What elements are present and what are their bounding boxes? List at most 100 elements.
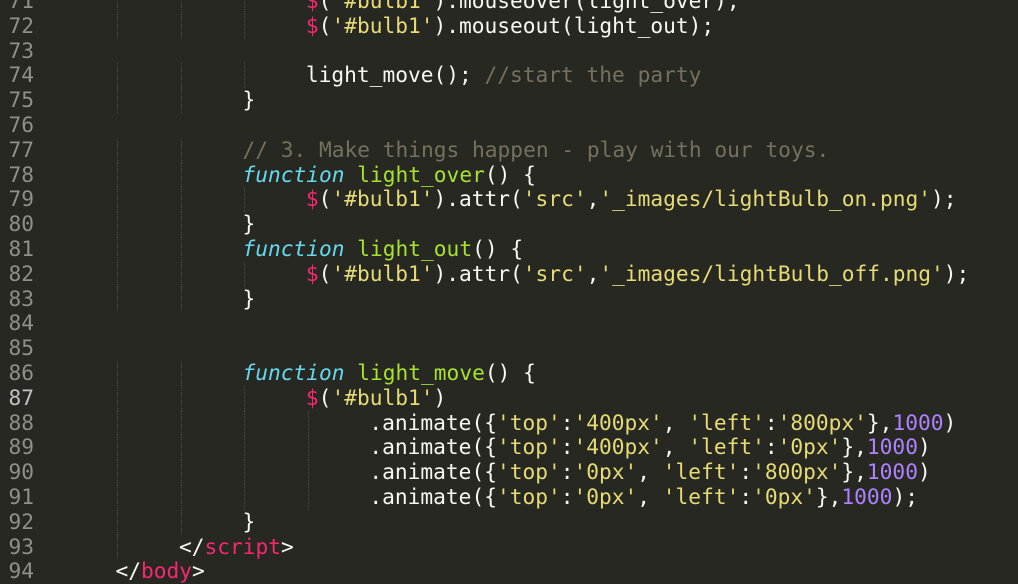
token-string: '#bulb1'	[331, 186, 434, 212]
token-string: '800px'	[752, 459, 842, 485]
token-plain: )	[917, 459, 931, 485]
code-line[interactable]: 80}	[0, 211, 1018, 237]
indent-guide	[180, 0, 182, 14]
code-editor[interactable]: 71 $('#bulb1').mouseover(light_over); 72 $(…	[0, 0, 1018, 584]
code-line[interactable]: 89 .animate({'top':'400px', 'left':'0px'}…	[0, 434, 1018, 461]
code-line[interactable]: 85	[0, 335, 1018, 361]
token-plain: ,	[586, 186, 600, 212]
token-dollar: $	[305, 260, 319, 286]
code-line[interactable]: 90 .animate({'top':'0px', 'left':'800px'}…	[0, 459, 1018, 485]
token-plain: ).mouseout(light_out);	[433, 12, 715, 38]
token-plain: :	[560, 484, 574, 509]
code-line[interactable]: 77 // 3. Make things happen - play with o…	[0, 136, 1018, 163]
token-plain: >	[281, 533, 294, 559]
line-number: 76	[8, 112, 34, 137]
token-number: 1000	[841, 484, 893, 509]
token-plain: (	[318, 384, 332, 410]
token-plain: .animate({	[369, 409, 497, 435]
code-line[interactable]: 86 function light_move() {	[0, 360, 1018, 386]
token-plain: },	[841, 459, 867, 485]
code-line[interactable]: 72 $('#bulb1').mouseout(light_out);	[0, 12, 1018, 39]
indent-guide	[117, 485, 119, 510]
token-string: '0px'	[573, 484, 638, 509]
code-line[interactable]: 87 $('#bulb1')	[0, 384, 1018, 411]
token-string: '0px'	[752, 484, 816, 509]
indent-guide	[180, 88, 182, 113]
indent-guide	[117, 385, 119, 411]
token-number: 1000	[866, 434, 918, 460]
indent-guide	[307, 435, 309, 461]
indent-guide	[117, 187, 119, 213]
code-line[interactable]: 84	[0, 311, 1018, 336]
token-plain: ,	[637, 484, 663, 509]
line-number: 73	[8, 37, 34, 63]
code-line[interactable]: 83}	[0, 286, 1018, 312]
token-plain: ,	[586, 260, 600, 286]
code-text: light_move(); //start the party	[305, 62, 702, 88]
code-line[interactable]: 88 .animate({'top':'400px', 'left':'800px…	[0, 409, 1018, 436]
token-plain: ).attr(	[433, 260, 523, 286]
code-line[interactable]: 93 </script>	[0, 533, 1018, 560]
token-plain: </	[178, 533, 205, 559]
indent-guide	[307, 410, 309, 436]
code-line[interactable]: 81 function light_out() {	[0, 236, 1018, 262]
token-comment: // 3. Make things happen - play with our…	[242, 136, 830, 162]
line-number: 88	[8, 409, 34, 435]
indent-guide	[180, 162, 182, 188]
token-plain: () {	[472, 236, 524, 261]
indent-guide	[117, 410, 119, 436]
indent-guide	[117, 0, 119, 14]
token-string: 'left'	[688, 409, 765, 435]
code-line[interactable]: 91 .animate({'top':'0px', 'left':'0px'},1…	[0, 484, 1018, 510]
code-text: </script>	[178, 533, 294, 560]
code-line[interactable]: 75}	[0, 87, 1018, 113]
token-plain: ).attr(	[433, 186, 523, 212]
token-plain: light_move();	[305, 62, 485, 88]
token-plain: :	[764, 409, 778, 435]
indent-guide	[244, 460, 246, 485]
token-string: 'left'	[688, 434, 765, 460]
code-line[interactable]: 71 $('#bulb1').mouseover(light_over);	[0, 0, 1018, 14]
indent-guide	[117, 88, 119, 113]
indent-guide	[180, 435, 182, 461]
indent-guide	[244, 485, 246, 510]
code-text: $('#bulb1').mouseout(light_out);	[306, 12, 715, 39]
code-line[interactable]: 94 </body>	[0, 558, 1018, 584]
code-line[interactable]: 74 light_move(); //start the party	[0, 62, 1018, 89]
token-plain: ,	[662, 434, 689, 460]
indent-guide	[307, 485, 309, 510]
code-line[interactable]: 78 function light_over() {	[0, 161, 1018, 188]
line-number: 75	[8, 87, 34, 113]
line-number: 79	[8, 186, 34, 212]
indent-guide	[244, 63, 246, 89]
token-string: '#bulb1'	[331, 260, 434, 286]
token-dollar: $	[305, 0, 319, 13]
indent-guide	[180, 361, 182, 386]
indent-guide	[180, 286, 182, 312]
code-line[interactable]: 73	[0, 37, 1018, 64]
token-plain: )	[433, 384, 447, 410]
token-plain: :	[739, 484, 753, 509]
line-number: 87	[8, 384, 34, 410]
token-func: light_out	[357, 236, 473, 261]
code-line[interactable]: 76	[0, 112, 1018, 138]
indent-guide	[117, 534, 119, 560]
token-string: '#bulb1'	[331, 0, 434, 13]
code-text: }	[242, 509, 255, 535]
code-line[interactable]: 82 $('#bulb1').attr('src','_images/lightB…	[0, 260, 1018, 287]
token-plain: () {	[484, 161, 536, 187]
indent-guide	[244, 187, 246, 213]
indent-guide	[244, 13, 246, 39]
line-number: 71	[8, 0, 34, 13]
token-keyword: function	[242, 161, 345, 187]
token-dollar: $	[305, 186, 319, 212]
indent-guide	[117, 435, 119, 461]
code-line[interactable]: 92}	[0, 509, 1018, 535]
indent-guide	[117, 212, 119, 237]
token-plain: );	[943, 260, 970, 286]
token-comment: //start the party	[484, 62, 702, 88]
code-line[interactable]: 79 $('#bulb1').attr('src','_images/lightB…	[0, 186, 1018, 213]
token-tag: body	[140, 558, 193, 584]
token-keyword: function	[242, 236, 345, 261]
